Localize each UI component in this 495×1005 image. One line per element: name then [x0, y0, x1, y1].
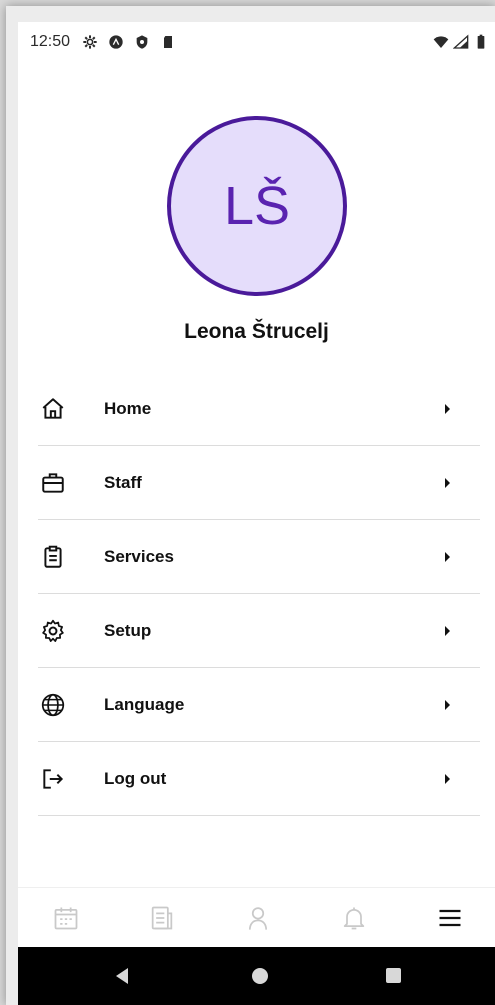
user-name: Leona Štrucelj [184, 320, 329, 343]
avatar: LŠ [167, 116, 347, 296]
chevron-right-icon [445, 626, 450, 636]
menu-item-label: Services [104, 546, 174, 566]
avatar-initials: LŠ [223, 176, 291, 236]
menu-icon[interactable] [436, 904, 464, 932]
menu-item-label: Staff [104, 472, 142, 492]
gear-icon [42, 619, 64, 642]
menu-item-logout[interactable]: Log out [38, 742, 480, 816]
briefcase-icon [42, 473, 64, 493]
home-button[interactable] [252, 968, 268, 984]
status-time: 12:50 [30, 33, 71, 50]
menu-item-staff[interactable]: Staff [38, 446, 480, 520]
menu-item-label: Home [104, 398, 152, 418]
status-left-icons [82, 34, 176, 50]
signal-icon [453, 34, 469, 49]
document-icon[interactable] [148, 904, 176, 932]
android-icon [109, 35, 123, 49]
home-icon [42, 398, 64, 419]
menu-item-language[interactable]: Language [38, 668, 480, 742]
status-right-icons [433, 34, 489, 50]
globe-icon [41, 693, 65, 717]
chevron-right-icon [445, 478, 450, 488]
menu-list: Home Staff Services Setup Language Log o… [38, 372, 480, 816]
chevron-right-icon [445, 700, 450, 710]
logout-icon [43, 769, 64, 789]
system-navigation-bar [18, 947, 495, 1005]
menu-item-label: Language [104, 694, 185, 714]
menu-item-setup[interactable]: Setup [38, 594, 480, 668]
battery-icon [477, 34, 485, 49]
recents-button[interactable] [386, 968, 401, 983]
calendar-icon[interactable] [52, 904, 80, 932]
sdcard-icon [164, 36, 173, 48]
bottom-navigation [18, 887, 495, 948]
phone-screen: 12:50 LŠ Leona Štrucelj Home Staff Servi… [18, 22, 495, 1005]
menu-item-services[interactable]: Services [38, 520, 480, 594]
wifi-icon [433, 36, 449, 48]
bell-icon[interactable] [340, 904, 368, 932]
chevron-right-icon [445, 552, 450, 562]
gear-icon [83, 35, 97, 49]
back-button[interactable] [116, 968, 128, 984]
person-icon[interactable] [244, 904, 272, 932]
menu-item-home[interactable]: Home [38, 372, 480, 446]
shield-icon [136, 35, 148, 49]
status-bar: 12:50 [18, 22, 495, 62]
menu-item-label: Log out [104, 768, 167, 788]
clipboard-icon [44, 545, 62, 568]
chevron-right-icon [445, 404, 450, 414]
menu-item-label: Setup [104, 620, 152, 640]
chevron-right-icon [445, 774, 450, 784]
